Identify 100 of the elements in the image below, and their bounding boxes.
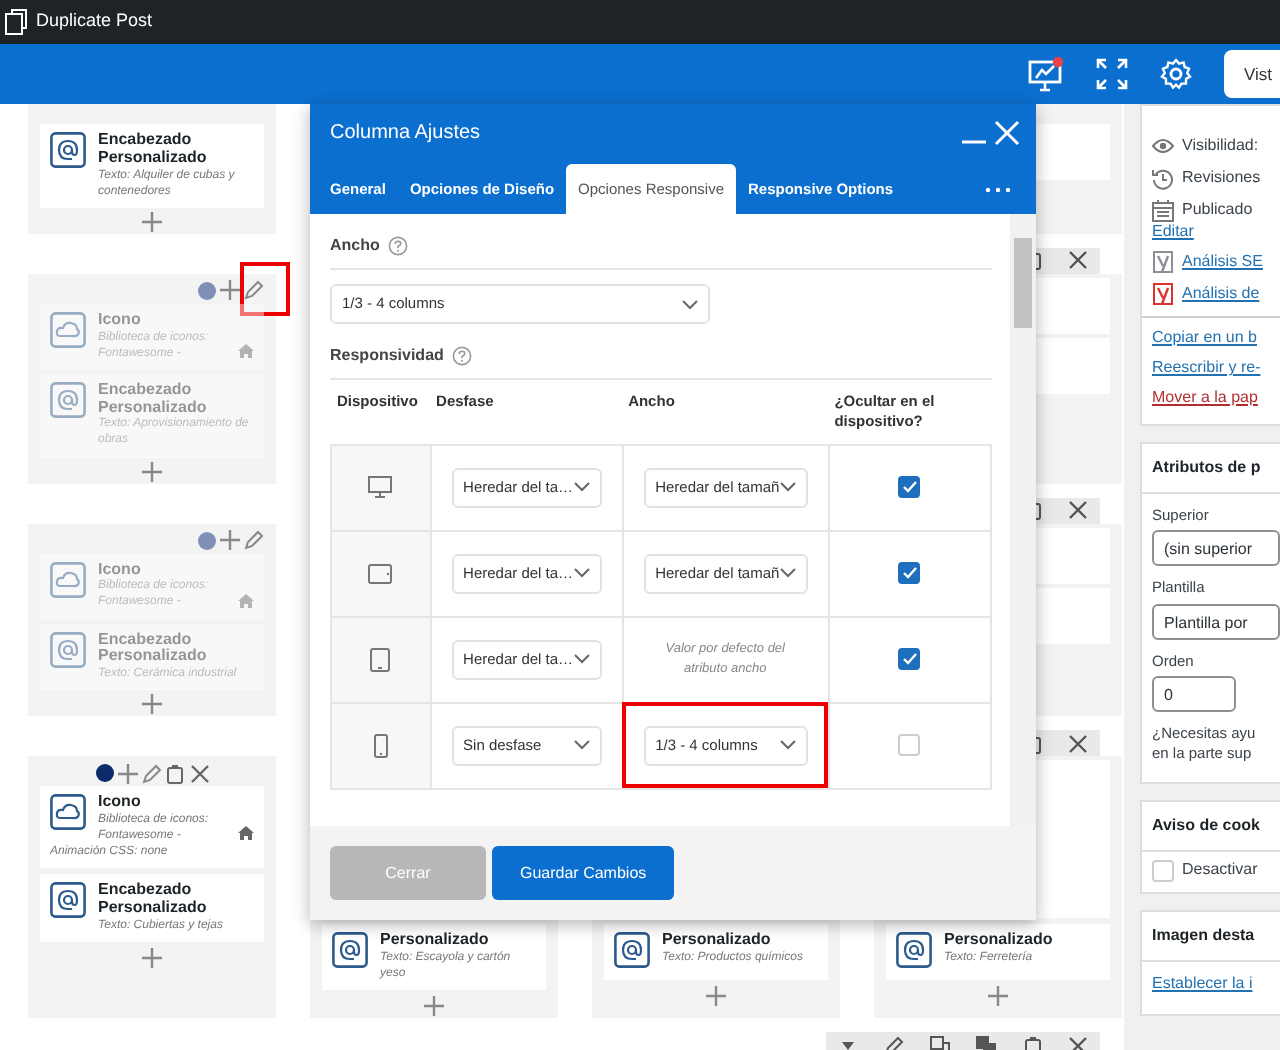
- close-icon[interactable]: [994, 119, 1020, 145]
- at-sign-icon: [50, 882, 86, 919]
- chevron-down-icon: [573, 568, 590, 578]
- close-icon: [1068, 250, 1088, 271]
- checkbox[interactable]: [898, 475, 921, 498]
- close-icon: [1068, 500, 1088, 521]
- copy-icon: [4, 8, 28, 36]
- add-element-button[interactable]: [142, 694, 162, 715]
- seo-analysis-link[interactable]: Análisis de: [1182, 282, 1260, 306]
- caret-icon: [842, 1041, 854, 1050]
- add-element-button[interactable]: [142, 211, 162, 232]
- checkbox-label: Desactivar: [1182, 858, 1258, 883]
- cloud-icon: [50, 311, 86, 348]
- more-icon[interactable]: [984, 186, 1012, 194]
- field-label: Responsividad: [330, 344, 444, 368]
- element-title: Icono: [98, 794, 143, 813]
- chevron-down-icon: [573, 482, 590, 492]
- edit-link[interactable]: Editar: [1142, 220, 1280, 246]
- element-title: Personalizado: [944, 932, 1053, 951]
- delete-button[interactable]: [189, 763, 209, 784]
- set-image-link[interactable]: Establecer la i: [1142, 971, 1280, 1002]
- input-field[interactable]: 0: [1152, 675, 1236, 712]
- select-field[interactable]: Plantilla por: [1152, 603, 1280, 639]
- dialog-title: Columna Ajustes: [330, 119, 481, 147]
- element-title: Personalizado: [662, 932, 773, 951]
- check-icon: [901, 651, 918, 666]
- house-icon: [238, 343, 254, 358]
- fullscreen-icon[interactable]: [1096, 58, 1128, 90]
- check-icon: [901, 565, 918, 580]
- plus-icon: [142, 461, 162, 482]
- element-title: Encabezado Personalizado: [98, 381, 209, 417]
- house-icon: [238, 593, 254, 608]
- panel-title: Aviso de cook: [1142, 801, 1280, 852]
- presentation-chart-icon[interactable]: [1028, 56, 1064, 92]
- edit-button[interactable]: [244, 280, 264, 301]
- status-label: Publicado: [1182, 198, 1253, 222]
- action-link[interactable]: Reescribir y re-: [1142, 356, 1280, 386]
- close-icon: [1068, 1035, 1088, 1050]
- settings-icon[interactable]: [1160, 58, 1192, 90]
- help-icon: [451, 346, 472, 366]
- trash-link[interactable]: Mover a la pap: [1142, 386, 1280, 416]
- add-element-button[interactable]: [988, 986, 1008, 1007]
- chevron-down-icon: [779, 740, 796, 750]
- tablet-icon: [368, 563, 393, 583]
- plus-icon: [142, 947, 162, 968]
- plugin-name[interactable]: Duplicate Post: [36, 8, 153, 36]
- at-sign-icon: [332, 932, 368, 969]
- close-icon: [1068, 733, 1088, 754]
- checkbox[interactable]: [898, 647, 921, 670]
- add-button[interactable]: [220, 280, 240, 301]
- plus-icon: [220, 280, 240, 301]
- plus-icon: [220, 530, 240, 551]
- element-title: Encabezado Personalizado: [98, 631, 209, 667]
- add-button[interactable]: [220, 530, 240, 551]
- eye-icon: [1152, 138, 1174, 154]
- plus-icon: [117, 763, 137, 784]
- element-title: Personalizado: [380, 932, 491, 951]
- field-label: Ancho: [330, 234, 380, 258]
- element-title: Icono: [98, 311, 143, 330]
- checkbox[interactable]: [898, 561, 921, 584]
- seo-analysis-link[interactable]: Análisis SE: [1182, 250, 1263, 274]
- column-handle[interactable]: [95, 764, 113, 783]
- monitor-icon: [368, 476, 393, 498]
- chevron-down-icon: [573, 654, 590, 664]
- element-title: Encabezado Personalizado: [98, 132, 209, 168]
- panel-title: Atributos de p: [1142, 444, 1280, 494]
- add-element-button[interactable]: [142, 461, 162, 482]
- tablet-icon: [370, 647, 391, 671]
- plus-icon: [706, 986, 726, 1007]
- add-element-button[interactable]: [424, 996, 444, 1017]
- plus-icon: [142, 694, 162, 715]
- panel-title: Imagen desta: [1142, 911, 1280, 962]
- history-icon: [1152, 167, 1174, 189]
- at-sign-icon: [896, 932, 932, 969]
- at-sign-icon: [50, 132, 86, 168]
- status-label: Visibilidad:: [1182, 134, 1259, 158]
- chevron-down-icon: [573, 740, 590, 750]
- column-handle[interactable]: [198, 531, 216, 550]
- calendar-icon: [1152, 199, 1174, 221]
- add-element-button[interactable]: [142, 947, 162, 968]
- at-sign-icon: [614, 932, 650, 969]
- select-field[interactable]: (sin superior: [1152, 530, 1280, 567]
- save-button[interactable]: Guardar Cambios: [492, 846, 675, 900]
- at-sign-icon: [50, 631, 86, 668]
- pencil-icon: [244, 280, 264, 301]
- edit-button[interactable]: [244, 530, 264, 551]
- view-button[interactable]: Vist: [1224, 50, 1280, 98]
- edit-button[interactable]: [141, 763, 161, 784]
- chevron-down-icon: [779, 482, 796, 492]
- chevron-down-icon: [779, 568, 796, 578]
- column-handle[interactable]: [198, 281, 216, 300]
- pencil-icon: [244, 530, 264, 551]
- house-icon: [238, 826, 254, 841]
- copy-icon: [930, 1035, 950, 1050]
- element-title: Icono: [98, 561, 143, 579]
- add-element-button[interactable]: [706, 986, 726, 1007]
- phone-icon: [373, 733, 388, 757]
- action-link[interactable]: Copiar en un b: [1142, 326, 1280, 356]
- pencil-icon: [884, 1035, 904, 1050]
- scrollbar[interactable]: [1010, 214, 1036, 826]
